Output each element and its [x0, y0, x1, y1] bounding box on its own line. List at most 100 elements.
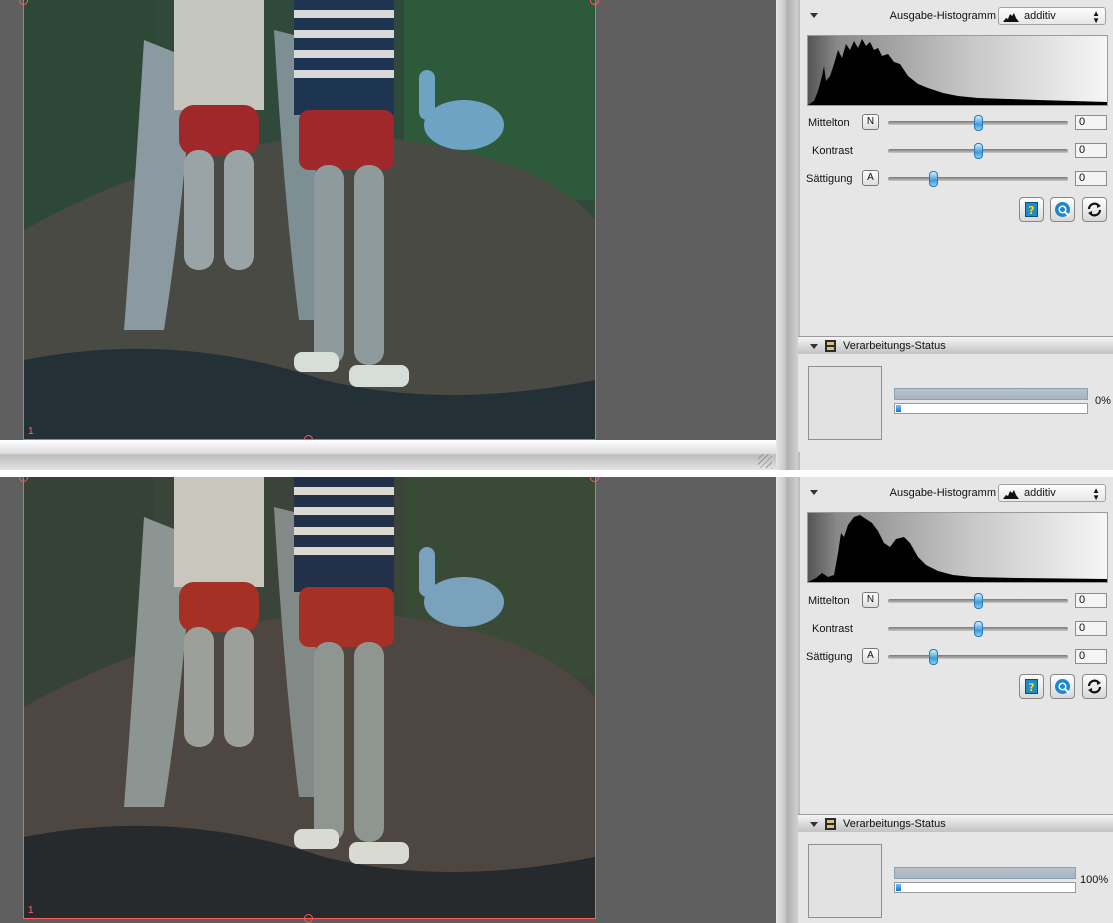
help-button[interactable]: ? [1019, 197, 1044, 222]
select-arrows-icon: ▲ ▼ [1092, 9, 1100, 25]
pane-bottom: 1 Ausgabe-Histogramm additiv ▲ ▼ Mittelt… [0, 477, 1113, 923]
slider-row-kontrast: Kontrast 0 [798, 142, 1113, 162]
slider-thumb[interactable] [974, 115, 983, 131]
help-icon: ? [1025, 679, 1038, 694]
status-title: Verarbeitungs-Status [843, 340, 946, 352]
neutral-button[interactable]: N [862, 592, 879, 608]
preview-button[interactable] [1050, 674, 1075, 699]
mittelton-value[interactable]: 0 [1075, 593, 1107, 608]
horizontal-scrollbar[interactable] [0, 440, 776, 470]
mittelton-value[interactable]: 0 [1075, 115, 1107, 130]
collapse-triangle-icon[interactable] [810, 822, 818, 827]
photo-frame[interactable]: 1 [23, 477, 596, 919]
slider-row-saettigung: Sättigung A 0 [798, 648, 1113, 668]
panel-divider[interactable] [776, 0, 798, 470]
slider-row-kontrast: Kontrast 0 [798, 620, 1113, 640]
histogram-icon [1003, 490, 1019, 499]
crop-handle-top-right[interactable] [590, 477, 599, 482]
histogram-icon [1003, 13, 1019, 22]
reset-button[interactable] [1082, 674, 1107, 699]
slider-row-mittelton: Mittelton N 0 [798, 592, 1113, 612]
frame-number: 1 [28, 426, 34, 437]
slider-label: Kontrast [812, 623, 853, 635]
output-histogram [807, 35, 1108, 106]
slider-label: Mittelton [808, 117, 850, 129]
frame-number: 1 [28, 905, 34, 916]
histogram-header: Ausgabe-Histogramm additiv ▲ ▼ [798, 0, 1113, 33]
reset-icon [1087, 679, 1102, 694]
task-bar [894, 388, 1088, 400]
slider-thumb[interactable] [974, 143, 983, 159]
collapse-triangle-icon[interactable] [810, 344, 818, 349]
slider-thumb[interactable] [929, 171, 938, 187]
kontrast-value[interactable]: 0 [1075, 143, 1107, 158]
progress-fill [896, 884, 901, 891]
collapse-triangle-icon[interactable] [810, 13, 818, 18]
slider-row-saettigung: Sättigung A 0 [798, 170, 1113, 190]
status-header[interactable]: Verarbeitungs-Status [798, 814, 1113, 833]
auto-button[interactable]: A [862, 170, 879, 186]
help-icon: ? [1025, 202, 1038, 217]
resize-grip-icon[interactable] [758, 454, 772, 468]
histogram-mode-select[interactable]: additiv ▲ ▼ [998, 484, 1106, 502]
slider-thumb[interactable] [974, 593, 983, 609]
collapse-triangle-icon[interactable] [810, 490, 818, 495]
status-icon [825, 818, 836, 830]
slider-thumb[interactable] [929, 649, 938, 665]
histogram-mode-select[interactable]: additiv ▲ ▼ [998, 7, 1106, 25]
mittelton-slider[interactable] [888, 593, 1068, 609]
kontrast-value[interactable]: 0 [1075, 621, 1107, 636]
output-histogram [807, 512, 1108, 583]
reset-icon [1087, 202, 1102, 217]
saettigung-slider[interactable] [888, 649, 1068, 665]
help-button[interactable]: ? [1019, 674, 1044, 699]
pane-top: 1 Ausgabe-Histogramm additiv ▲ ▼ Mittelt… [0, 0, 1113, 470]
progress-bar [894, 403, 1088, 414]
status-body: 100% [798, 832, 1113, 923]
saettigung-value[interactable]: 0 [1075, 171, 1107, 186]
progress-fill [896, 405, 901, 412]
progress-bar [894, 882, 1076, 893]
panel-divider[interactable] [776, 477, 798, 923]
split-divider [0, 470, 1113, 477]
histogram-label: Ausgabe-Histogramm [889, 10, 996, 22]
histogram-header: Ausgabe-Histogramm additiv ▲ ▼ [798, 477, 1113, 510]
select-arrows-icon: ▲ ▼ [1092, 486, 1100, 502]
status-title: Verarbeitungs-Status [843, 818, 946, 830]
scan-photo [24, 477, 595, 918]
status-icon [825, 340, 836, 352]
progress-percent: 100% [1080, 874, 1109, 886]
svg-text:?: ? [1028, 204, 1034, 217]
saettigung-value[interactable]: 0 [1075, 649, 1107, 664]
reset-button[interactable] [1082, 197, 1107, 222]
status-header[interactable]: Verarbeitungs-Status [798, 336, 1113, 355]
slider-label: Sättigung [806, 651, 853, 663]
neutral-button[interactable]: N [862, 114, 879, 130]
slider-label: Kontrast [812, 145, 853, 157]
preview-icon [1055, 679, 1070, 694]
status-thumbnail [808, 366, 882, 440]
svg-text:?: ? [1028, 681, 1034, 694]
preview-button[interactable] [1050, 197, 1075, 222]
slider-label: Mittelton [808, 595, 850, 607]
slider-thumb[interactable] [974, 621, 983, 637]
histogram-mode-value: additiv [1024, 487, 1056, 499]
slider-row-mittelton: Mittelton N 0 [798, 114, 1113, 134]
saettigung-slider[interactable] [888, 171, 1068, 187]
histogram-label: Ausgabe-Histogramm [889, 487, 996, 499]
status-thumbnail [808, 844, 882, 918]
preview-icon [1055, 202, 1070, 217]
photo-frame[interactable]: 1 [23, 0, 596, 440]
kontrast-slider[interactable] [888, 143, 1068, 159]
crop-handle-top-right[interactable] [590, 0, 599, 5]
image-viewer[interactable]: 1 [0, 477, 776, 923]
kontrast-slider[interactable] [888, 621, 1068, 637]
mittelton-slider[interactable] [888, 115, 1068, 131]
progress-percent: 0% [1095, 395, 1111, 407]
slider-label: Sättigung [806, 173, 853, 185]
adjustment-panel: Ausgabe-Histogramm additiv ▲ ▼ Mittelton … [798, 477, 1113, 923]
crop-handle-bottom-center[interactable] [304, 914, 313, 923]
status-body: 0% [798, 354, 1113, 452]
image-viewer[interactable]: 1 [0, 0, 776, 444]
auto-button[interactable]: A [862, 648, 879, 664]
